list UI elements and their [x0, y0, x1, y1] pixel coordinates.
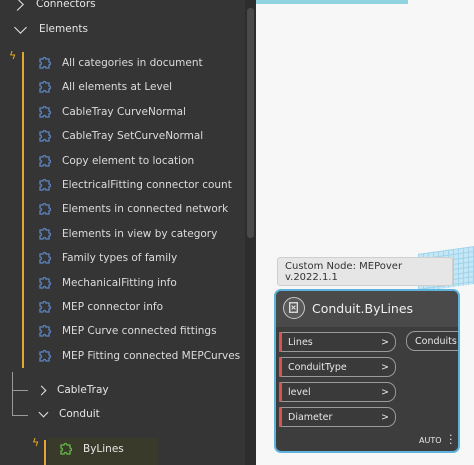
custom-node-puzzle-icon: [39, 178, 52, 191]
lightning-icon: ϟ: [32, 436, 40, 449]
input-port-level[interactable]: level >: [279, 382, 396, 402]
tree-item-bylines[interactable]: ByLines: [58, 438, 124, 460]
library-scrollbar-thumb[interactable]: [247, 8, 254, 238]
tree-line: [12, 415, 28, 416]
conduit-bylines-node[interactable]: Conduit.ByLines Lines > ConduitType > le…: [274, 289, 460, 453]
input-port-conduittype[interactable]: ConduitType >: [279, 357, 396, 377]
tree-category-elements[interactable]: Elements: [14, 18, 88, 40]
tree-category-cabletray[interactable]: CableTray: [36, 379, 109, 401]
selection-indicator: [22, 52, 24, 368]
node-title: Conduit.ByLines: [312, 301, 414, 316]
item-label: Family types of family: [62, 252, 178, 265]
tree-item[interactable]: All elements at Level: [37, 76, 172, 98]
tooltip-text: Custom Node: MEPover v.2022.1.1: [285, 260, 403, 283]
item-label: MechanicalFitting info: [62, 276, 177, 289]
custom-node-puzzle-icon: [39, 325, 52, 338]
item-label: Elements in connected network: [62, 203, 229, 216]
item-label: CableTray SetCurveNormal: [62, 130, 204, 143]
port-arrow: >: [381, 361, 389, 373]
tree-item[interactable]: MEP Curve connected fittings: [37, 320, 217, 342]
chevron-down-icon: [38, 407, 49, 417]
input-port-diameter[interactable]: Diameter >: [279, 407, 396, 427]
tree-item[interactable]: Copy element to location: [37, 150, 194, 172]
tree-item[interactable]: MechanicalFitting info: [37, 272, 177, 294]
output-port-conduits[interactable]: Conduits: [406, 331, 458, 351]
custom-node-puzzle-icon: [39, 276, 52, 289]
port-name: Conduits: [415, 335, 457, 347]
tree-item[interactable]: CableTray CurveNormal: [37, 101, 186, 123]
tree-category-connectors[interactable]: Connectors: [11, 0, 96, 15]
custom-node-puzzle-icon: [39, 203, 52, 216]
custom-node-glyph-icon: [289, 302, 298, 313]
node-menu-icon[interactable]: · · ·: [449, 430, 453, 449]
item-label: Elements in view by category: [62, 227, 218, 240]
tree-item[interactable]: MEP connector info: [37, 296, 163, 318]
port-arrow: >: [381, 411, 389, 423]
category-label: Conduit: [59, 408, 100, 420]
input-port-lines[interactable]: Lines >: [279, 332, 396, 352]
custom-node-puzzle-icon: [39, 81, 52, 94]
custom-node-icon: [283, 297, 305, 319]
chevron-right-icon: [36, 385, 47, 395]
library-panel: Connectors Elements ϟ All categories in …: [0, 0, 256, 465]
tree-item[interactable]: Elements in view by category: [37, 223, 217, 245]
chevron-down-icon: [14, 20, 27, 34]
category-label: Connectors: [36, 0, 96, 10]
category-label: Elements: [39, 23, 88, 35]
port-arrow: >: [381, 336, 389, 348]
custom-node-puzzle-icon: [39, 105, 52, 118]
tree-item[interactable]: CableTray SetCurveNormal: [37, 125, 203, 147]
tree-item[interactable]: Family types of family: [37, 247, 177, 269]
item-label: MEP Fitting connected MEPCurves: [62, 349, 241, 362]
custom-node-puzzle-icon: [39, 349, 52, 362]
tree-line: [12, 372, 13, 416]
port-name: level: [288, 386, 311, 398]
item-label: MEP connector info: [62, 301, 163, 313]
custom-node-puzzle-icon: [60, 442, 73, 455]
item-label: All categories in document: [62, 57, 203, 69]
tree-category-conduit[interactable]: Conduit: [38, 403, 100, 425]
item-label: ElectricalFitting connector count: [62, 179, 232, 191]
item-label: CableTray CurveNormal: [62, 105, 186, 118]
custom-node-puzzle-icon: [39, 300, 52, 313]
lightning-icon: ϟ: [9, 49, 17, 62]
tree-item[interactable]: Elements in connected network: [37, 198, 228, 220]
node-tooltip: Custom Node: MEPover v.2022.1.1: [277, 257, 453, 286]
custom-node-puzzle-icon: [39, 252, 52, 264]
custom-node-puzzle-icon: [39, 227, 52, 240]
tree-line: [12, 390, 28, 391]
lacing-label: AUTO: [419, 436, 442, 445]
item-label: Copy element to location: [62, 154, 195, 167]
node-header[interactable]: Conduit.ByLines: [276, 291, 458, 327]
selection-indicator: [44, 440, 46, 465]
port-name: Diameter: [288, 411, 333, 423]
item-label: MEP Curve connected fittings: [62, 325, 217, 338]
tree-item[interactable]: All categories in document: [37, 52, 203, 74]
item-label: All elements at Level: [62, 81, 173, 94]
tree-item[interactable]: ElectricalFitting connector count: [37, 174, 232, 196]
canvas-top-strip: [256, 0, 408, 4]
category-label: CableTray: [57, 384, 109, 396]
custom-node-puzzle-icon: [39, 154, 52, 167]
port-arrow: >: [381, 386, 389, 398]
custom-node-puzzle-icon: [39, 56, 52, 69]
port-name: Lines: [288, 336, 313, 348]
item-label: ByLines: [83, 443, 124, 455]
chevron-right-icon: [11, 0, 24, 11]
custom-node-puzzle-icon: [39, 130, 52, 142]
port-name: ConduitType: [288, 361, 347, 373]
tree-item[interactable]: MEP Fitting connected MEPCurves: [37, 345, 240, 367]
